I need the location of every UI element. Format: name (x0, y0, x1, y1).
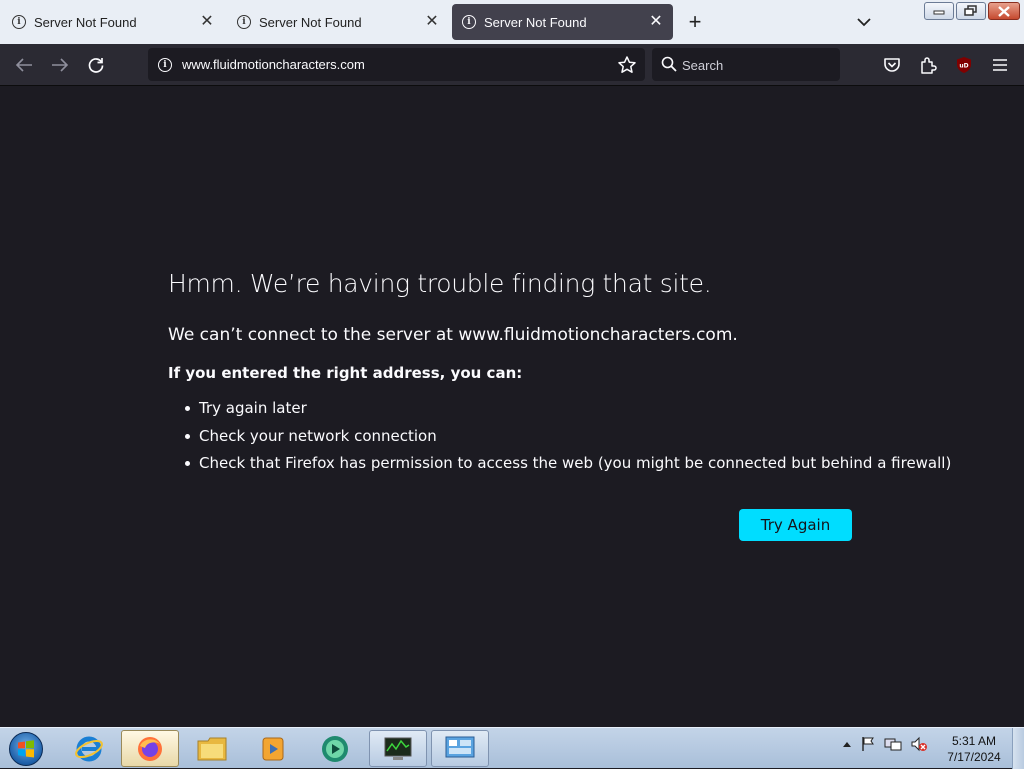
list-item: Try again later (184, 399, 951, 427)
hamburger-menu-icon (993, 59, 1007, 71)
extensions-button[interactable] (916, 53, 940, 77)
restore-icon (964, 5, 977, 16)
site-info-icon[interactable]: i (158, 58, 172, 72)
firefox-taskbar-button[interactable] (121, 730, 179, 767)
show-desktop-button[interactable] (1012, 728, 1024, 769)
info-icon: i (462, 15, 476, 29)
bookmark-star-icon[interactable] (617, 55, 637, 75)
tab-title: Server Not Found (484, 14, 587, 30)
app-menu-button[interactable] (988, 53, 1012, 77)
task-manager-taskbar-button[interactable] (369, 730, 427, 767)
control-panel-taskbar-button[interactable] (431, 730, 489, 767)
info-icon: i (12, 15, 26, 29)
info-icon: i (237, 15, 251, 29)
media-player-icon (262, 737, 284, 760)
windows-logo-icon (9, 732, 43, 766)
suggestion-list: Try again later Check your network conne… (184, 399, 951, 482)
error-title: Hmm. We’re having trouble finding that s… (168, 269, 712, 298)
firefox-icon (138, 736, 162, 761)
restore-button[interactable] (956, 2, 986, 20)
tab-2[interactable]: i Server Not Found ✕ (227, 4, 449, 40)
puzzle-icon (921, 57, 937, 74)
search-input[interactable] (682, 55, 832, 75)
search-bar[interactable] (652, 48, 840, 81)
error-page: Hmm. We’re having trouble finding that s… (0, 86, 1024, 727)
pocket-button[interactable] (880, 53, 904, 77)
minimize-icon (933, 10, 945, 15)
tab-1[interactable]: i Server Not Found ✕ (2, 4, 224, 40)
close-icon (998, 5, 1010, 17)
media-app-taskbar-button[interactable] (306, 730, 364, 767)
control-panel-icon (445, 736, 475, 757)
task-manager-icon (384, 737, 412, 760)
list-all-tabs-button[interactable] (853, 12, 875, 32)
list-item: Check that Firefox has permission to acc… (184, 454, 951, 482)
try-again-button[interactable]: Try Again (739, 509, 852, 541)
clock-date: 7/17/2024 (947, 750, 1001, 764)
close-tab-icon[interactable]: ✕ (647, 13, 665, 31)
window-controls (924, 2, 1020, 20)
tab-title: Server Not Found (259, 14, 362, 30)
tab-title: Server Not Found (34, 14, 137, 30)
windows-explorer-taskbar-button[interactable] (183, 730, 241, 767)
svg-text:uD: uD (959, 63, 968, 70)
error-subtitle: If you entered the right address, you ca… (168, 364, 523, 382)
pocket-icon (884, 58, 900, 72)
play-circle-icon (322, 735, 348, 762)
windows-taskbar: 5:31 AM 7/17/2024 (0, 727, 1024, 769)
chevron-down-icon (857, 17, 871, 26)
tab-strip: i Server Not Found ✕ i Server Not Found … (0, 0, 1024, 44)
ublock-shield-icon: uD (957, 57, 971, 73)
forward-arrow-icon (52, 58, 69, 72)
close-window-button[interactable] (988, 2, 1020, 20)
list-item: Check your network connection (184, 427, 951, 455)
internet-explorer-taskbar-button[interactable] (60, 730, 118, 767)
show-hidden-icons-arrow-icon[interactable] (842, 740, 852, 748)
clock-time: 5:31 AM (951, 734, 997, 748)
close-tab-icon[interactable]: ✕ (423, 13, 441, 31)
back-button[interactable] (12, 53, 36, 77)
close-tab-icon[interactable]: ✕ (198, 13, 216, 31)
internet-explorer-icon (75, 736, 103, 761)
ublock-origin-button[interactable]: uD (952, 53, 976, 77)
action-center-flag-icon[interactable] (860, 736, 876, 752)
volume-muted-icon[interactable] (910, 736, 928, 752)
navigation-toolbar: i www.fluidmotioncharacters.com uD (0, 44, 1024, 86)
network-icon[interactable] (884, 736, 902, 752)
url-bar[interactable]: i www.fluidmotioncharacters.com (148, 48, 645, 81)
minimize-button[interactable] (924, 2, 954, 20)
notification-area (842, 736, 928, 752)
url-text[interactable]: www.fluidmotioncharacters.com (182, 57, 365, 72)
new-tab-button[interactable]: + (683, 10, 707, 34)
error-description: We can’t connect to the server at www.fl… (168, 325, 738, 345)
system-clock[interactable]: 5:31 AM 7/17/2024 (938, 733, 1010, 765)
forward-button[interactable] (48, 53, 72, 77)
search-icon (661, 56, 677, 72)
reload-icon (88, 58, 104, 73)
folder-icon (197, 737, 227, 760)
media-player-taskbar-button[interactable] (244, 730, 302, 767)
start-button[interactable] (4, 730, 48, 768)
reload-button[interactable] (84, 53, 108, 77)
back-arrow-icon (15, 58, 32, 72)
tab-3-active[interactable]: i Server Not Found ✕ (452, 4, 673, 40)
